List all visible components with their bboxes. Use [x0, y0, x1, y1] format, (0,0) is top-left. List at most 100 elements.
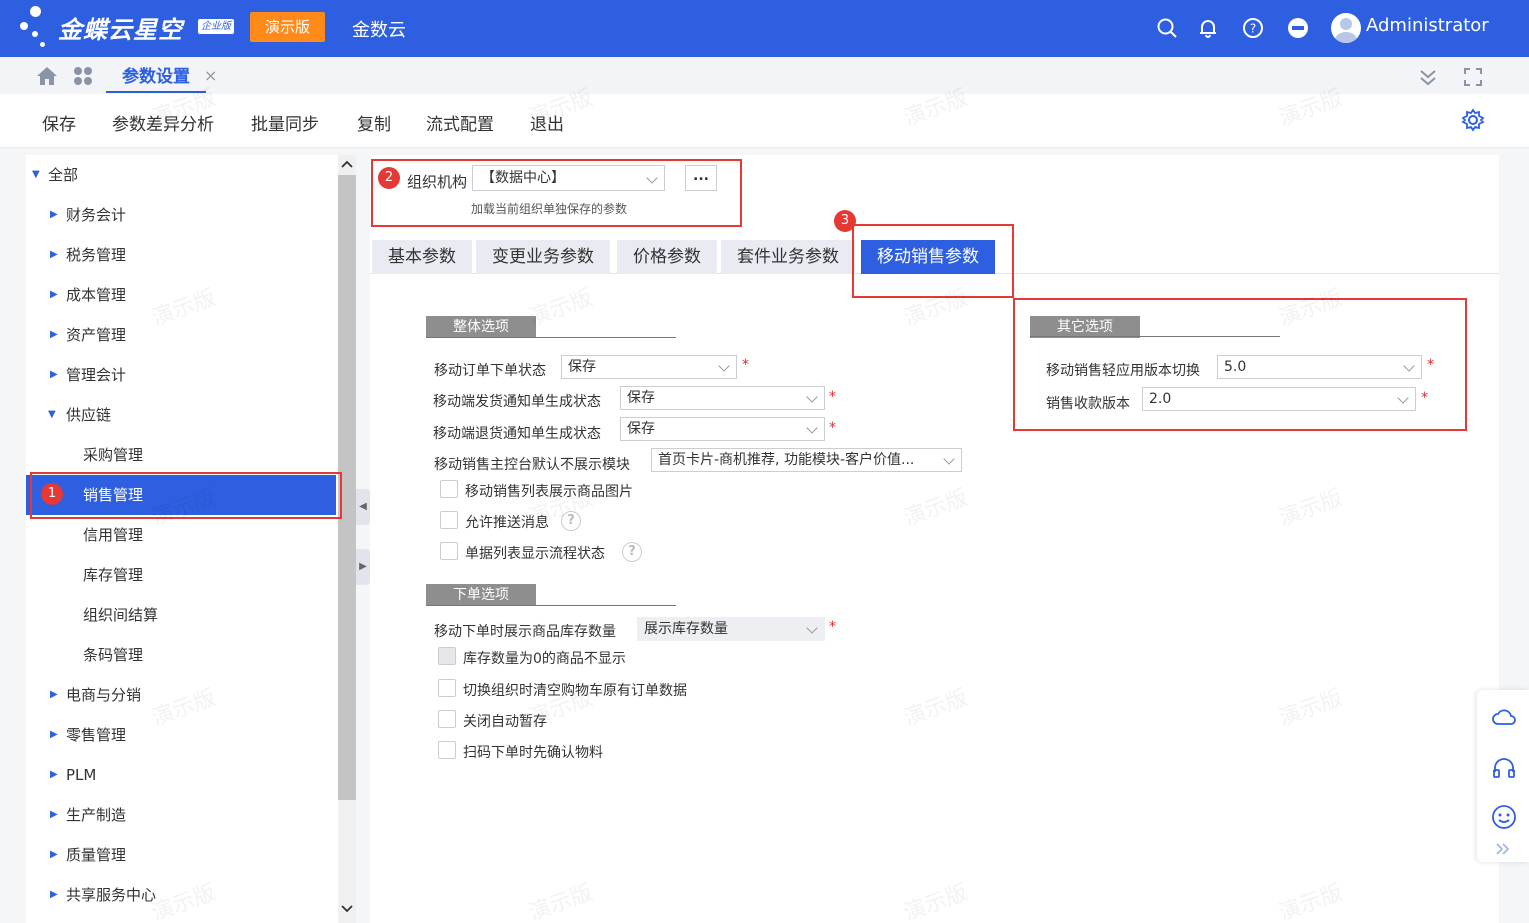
tree-item-supply-chain[interactable]: ▼ 供应链: [26, 395, 336, 435]
flow-config-button[interactable]: 流式配置: [426, 110, 494, 135]
svg-text:?: ?: [1250, 22, 1256, 36]
tree-item[interactable]: ▶ 税务管理: [26, 235, 336, 275]
tree-item[interactable]: 条码管理: [26, 635, 336, 675]
annotation-box-3: [852, 224, 1014, 298]
tree-item[interactable]: ▶ 共享服务中心: [26, 875, 336, 915]
annotation-box-2: [371, 159, 742, 227]
required-marker: *: [742, 357, 749, 373]
required-marker: *: [829, 420, 836, 436]
headset-icon[interactable]: [1491, 756, 1517, 780]
double-chevron-down-icon[interactable]: [1418, 67, 1438, 87]
batch-sync-button[interactable]: 批量同步: [251, 110, 319, 135]
hidden-modules-label: 移动销售主控台默认不展示模块: [434, 457, 630, 473]
confirm-material-label: 扫码下单时先确认物料: [463, 745, 603, 761]
scroll-up-icon[interactable]: [341, 159, 353, 169]
page-tab-bar: 参数设置 ×: [0, 57, 1529, 94]
order-status-label: 移动订单下单状态: [434, 363, 546, 379]
disable-autosave-checkbox[interactable]: [438, 710, 456, 728]
annotation-marker-1: 1: [41, 483, 63, 505]
tree-item-root[interactable]: ▼ 全部: [26, 155, 336, 195]
order-status-select[interactable]: 保存: [561, 355, 737, 379]
help-icon[interactable]: ?: [622, 542, 642, 562]
smiley-icon[interactable]: [1491, 804, 1517, 830]
brand-logo-icon: [18, 6, 54, 50]
return-status-label: 移动端退货通知单生成状态: [433, 426, 601, 442]
tree-item[interactable]: ▶ 资产管理: [26, 315, 336, 355]
tree-item[interactable]: 组织间结算: [26, 595, 336, 635]
delivery-status-label: 移动端发货通知单生成状态: [433, 394, 601, 410]
help-icon[interactable]: ?: [561, 511, 581, 531]
gear-icon[interactable]: [1461, 108, 1485, 132]
stock-qty-select[interactable]: 展示库存数量: [637, 617, 825, 641]
required-marker: *: [829, 619, 836, 635]
tree-item[interactable]: ▶ 管理会计: [26, 355, 336, 395]
required-marker: *: [829, 389, 836, 405]
clear-cart-checkbox[interactable]: [438, 679, 456, 697]
tree-item[interactable]: 库存管理: [26, 555, 336, 595]
tree-item[interactable]: 信用管理: [26, 515, 336, 555]
category-tree: ▼ 全部 ▶ 财务会计 ▶ 税务管理 ▶ 成本管理 ▶ 资产管理 ▶ 管理会计 ▼ 供应链 采…: [26, 155, 338, 923]
scroll-down-icon[interactable]: [341, 904, 353, 914]
diff-analysis-button[interactable]: 参数差异分析: [112, 110, 214, 135]
allow-push-checkbox[interactable]: [440, 511, 458, 529]
tab-change-params[interactable]: 变更业务参数: [476, 240, 610, 274]
floating-toolbar: [1477, 690, 1529, 862]
tab-close-icon[interactable]: ×: [204, 66, 217, 85]
apps-grid-icon[interactable]: [73, 66, 93, 86]
tab-price-params[interactable]: 价格参数: [617, 240, 717, 274]
search-icon[interactable]: [1156, 17, 1178, 39]
tree-item[interactable]: 采购管理: [26, 435, 336, 475]
confirm-material-checkbox[interactable]: [438, 741, 456, 759]
avatar[interactable]: [1331, 13, 1361, 43]
toolbar: 保存 参数差异分析 批量同步 复制 流式配置 退出: [0, 94, 1529, 148]
delivery-status-select[interactable]: 保存: [620, 386, 825, 410]
return-status-select[interactable]: 保存: [620, 417, 825, 441]
annotation-marker-2: 2: [378, 167, 400, 189]
show-product-image-label: 移动销售列表展示商品图片: [465, 484, 633, 500]
fullscreen-icon[interactable]: [1463, 67, 1483, 87]
cloud-icon[interactable]: [1491, 706, 1517, 728]
tab-basic-params[interactable]: 基本参数: [372, 240, 472, 274]
annotation-box-other: [1013, 298, 1467, 431]
chevron-down-icon: [806, 391, 818, 403]
double-chevron-right-icon[interactable]: [1495, 842, 1511, 856]
copy-button[interactable]: 复制: [357, 110, 391, 135]
section-divider: [426, 605, 676, 606]
hidden-modules-select[interactable]: 首页卡片-商机推荐, 功能模块-客户价值...: [651, 448, 962, 472]
tree-item[interactable]: ▶ 生产制造: [26, 795, 336, 835]
brand-name: 金蝶云星空: [58, 16, 183, 44]
expand-right-icon[interactable]: ▶: [356, 549, 370, 585]
chevron-down-icon: [806, 422, 818, 434]
save-button[interactable]: 保存: [42, 110, 76, 135]
section-divider: [426, 337, 676, 338]
clear-cart-label: 切换组织时清空购物车原有订单数据: [463, 683, 687, 699]
stock-qty-label: 移动下单时展示商品库存数量: [434, 624, 616, 640]
demo-badge[interactable]: 演示版: [250, 12, 325, 42]
collapse-left-icon[interactable]: ◀: [356, 489, 370, 525]
tree-item[interactable]: ▶ PLM: [26, 755, 336, 795]
hide-zero-stock-checkbox[interactable]: [438, 647, 456, 665]
chevron-down-icon: [806, 622, 818, 634]
chevron-down-icon: [718, 360, 730, 372]
show-product-image-checkbox[interactable]: [440, 480, 458, 498]
bell-icon[interactable]: [1197, 17, 1219, 39]
exit-button[interactable]: 退出: [530, 110, 564, 135]
allow-push-label: 允许推送消息: [465, 515, 549, 531]
minus-circle-icon[interactable]: [1287, 17, 1309, 39]
tab-param-settings[interactable]: 参数设置: [106, 63, 206, 93]
tree-item[interactable]: ▶ 零售管理: [26, 715, 336, 755]
hide-zero-stock-label: 库存数量为0的商品不显示: [463, 651, 626, 667]
tree-item[interactable]: ▶ 成本管理: [26, 275, 336, 315]
annotation-box-1: [30, 472, 342, 519]
home-icon[interactable]: [36, 66, 58, 86]
show-flow-status-checkbox[interactable]: [440, 542, 458, 560]
section-order-title: 下单选项: [426, 584, 536, 606]
username[interactable]: Administrator: [1366, 15, 1489, 36]
tree-item[interactable]: ▶ 财务会计: [26, 195, 336, 235]
tree-item[interactable]: ▶ 质量管理: [26, 835, 336, 875]
tab-suite-params[interactable]: 套件业务参数: [721, 240, 855, 274]
help-icon[interactable]: ?: [1242, 17, 1264, 39]
tree-item[interactable]: ▶ 电商与分销: [26, 675, 336, 715]
chevron-down-icon: [943, 453, 955, 465]
cloud-name-link[interactable]: 金数云: [352, 16, 406, 42]
